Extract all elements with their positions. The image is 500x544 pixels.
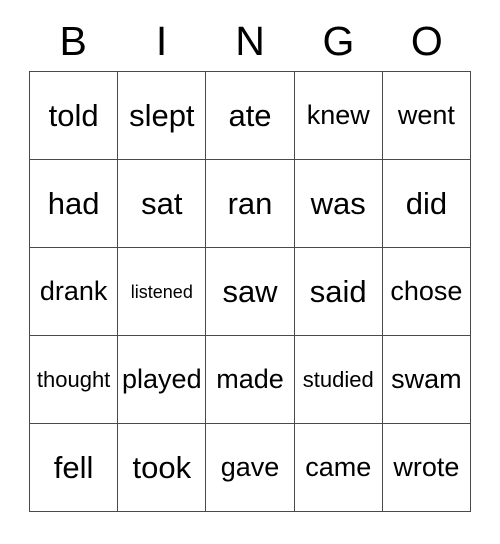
bingo-cell-label: drank	[39, 276, 108, 306]
bingo-cell[interactable]: played	[118, 336, 207, 424]
bingo-header-letter-n: N	[235, 18, 265, 64]
bingo-cell[interactable]: swam	[382, 336, 472, 424]
bingo-header-letter-i: I	[155, 18, 168, 64]
bingo-cell-label: ate	[228, 98, 272, 133]
bingo-cell[interactable]: thought	[30, 336, 119, 424]
bingo-header-row: B I N G O	[29, 12, 471, 71]
bingo-cell-label: listened	[130, 281, 193, 302]
bingo-cell[interactable]: ran	[206, 160, 295, 248]
bingo-cell-label: studied	[302, 366, 374, 392]
bingo-row: drank listened saw said chose	[30, 248, 472, 336]
bingo-row: had sat ran was did	[30, 160, 472, 248]
bingo-cell[interactable]: took	[118, 424, 207, 512]
bingo-cell-label: knew	[306, 100, 370, 130]
bingo-cell-label: slept	[129, 98, 195, 133]
bingo-cell-label: gave	[220, 452, 280, 482]
bingo-cell[interactable]: told	[30, 72, 119, 160]
bingo-cell[interactable]: fell	[30, 424, 119, 512]
bingo-cell[interactable]: was	[294, 160, 383, 248]
bingo-cell[interactable]: had	[30, 160, 119, 248]
bingo-cell[interactable]: went	[382, 72, 472, 160]
bingo-cell[interactable]: made	[206, 336, 295, 424]
bingo-cell[interactable]: knew	[294, 72, 383, 160]
bingo-cell[interactable]: studied	[294, 336, 383, 424]
bingo-cell[interactable]: drank	[30, 248, 119, 336]
bingo-cell-label: told	[48, 98, 99, 133]
bingo-cell-label: did	[405, 186, 448, 221]
bingo-cell-label: took	[132, 450, 192, 485]
bingo-cell-label: saw	[222, 274, 278, 309]
bingo-cell[interactable]: sat	[118, 160, 207, 248]
bingo-cell[interactable]: listened	[118, 248, 207, 336]
bingo-cell[interactable]: did	[382, 160, 472, 248]
bingo-cell-label: thought	[36, 366, 111, 392]
bingo-cell-label: went	[397, 100, 455, 130]
bingo-cell[interactable]: chose	[382, 248, 472, 336]
bingo-cell[interactable]: wrote	[382, 424, 472, 512]
bingo-row: told slept ate knew went	[30, 72, 472, 160]
bingo-header-letter-b: B	[59, 18, 87, 64]
bingo-row: thought played made studied swam	[30, 336, 472, 424]
bingo-cell-label: chose	[390, 276, 463, 306]
bingo-cell-label: wrote	[393, 452, 460, 482]
bingo-cell-label: had	[47, 186, 100, 221]
bingo-cell-label: played	[122, 364, 202, 394]
bingo-cell-label: came	[305, 452, 372, 482]
bingo-header-letter-o: O	[410, 18, 443, 64]
bingo-cell-label: ran	[227, 186, 273, 221]
bingo-cell[interactable]: saw	[206, 248, 295, 336]
bingo-row: fell took gave came wrote	[30, 424, 472, 512]
bingo-card: B I N G O told slept ate knew went had s…	[29, 12, 472, 512]
bingo-cell-label: said	[309, 274, 367, 309]
bingo-cell[interactable]: said	[294, 248, 383, 336]
bingo-cell[interactable]: gave	[206, 424, 295, 512]
bingo-grid: told slept ate knew went had sat ran was…	[29, 71, 472, 512]
bingo-cell-label: was	[310, 186, 366, 221]
bingo-cell-label: fell	[53, 450, 94, 485]
bingo-cell-label: made	[216, 364, 284, 394]
bingo-cell-label: sat	[141, 186, 183, 221]
bingo-cell[interactable]: came	[294, 424, 383, 512]
bingo-cell-label: swam	[391, 364, 462, 394]
bingo-header-letter-g: G	[322, 18, 355, 64]
bingo-cell[interactable]: ate	[206, 72, 295, 160]
bingo-cell[interactable]: slept	[118, 72, 207, 160]
